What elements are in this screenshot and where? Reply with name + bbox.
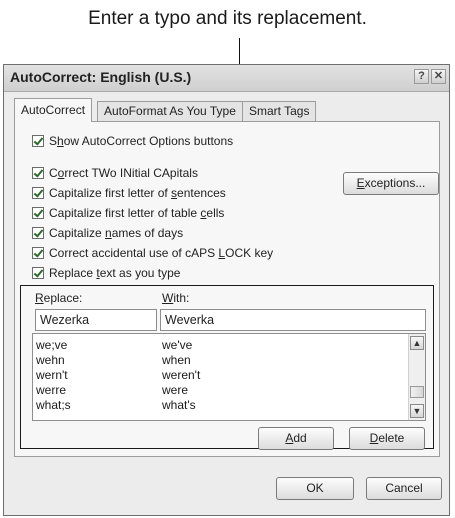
tab-autoformat-as-you-type[interactable]: AutoFormat As You Type — [97, 101, 243, 121]
ok-button[interactable]: OK — [276, 477, 354, 500]
replace-input[interactable]: Wezerka — [35, 309, 157, 331]
close-icon[interactable]: ✕ — [431, 69, 446, 84]
exceptions-button[interactable]: Exceptions... — [343, 172, 439, 195]
delete-button[interactable]: Delete — [349, 427, 425, 450]
capitalize-sentences-checkbox[interactable]: Capitalize first letter of sentences — [32, 185, 226, 203]
cancel-button[interactable]: Cancel — [366, 477, 442, 500]
checkbox-checked-icon[interactable] — [32, 247, 44, 259]
replace-text-checkbox[interactable]: Replace text as you type — [32, 265, 180, 283]
list-item[interactable]: what;s what's — [33, 398, 403, 412]
help-icon[interactable]: ? — [414, 69, 429, 84]
list-item[interactable]: wehn when — [33, 353, 403, 367]
scroll-down-icon[interactable]: ▼ — [410, 404, 424, 418]
title-bar: AutoCorrect: English (U.S.) ? ✕ — [4, 65, 449, 92]
capitalize-table-cells-checkbox[interactable]: Capitalize first letter of table cells — [32, 205, 224, 223]
callout-text: Enter a typo and its replacement. — [88, 8, 367, 29]
list-scrollbar[interactable]: ▲ ▼ — [408, 334, 425, 420]
checkbox-checked-icon[interactable] — [32, 227, 44, 239]
list-item[interactable]: we;ve we've — [33, 338, 403, 352]
list-item[interactable]: wern't weren't — [33, 368, 403, 382]
caps-lock-checkbox[interactable]: Correct accidental use of cAPS LOCK key — [32, 245, 273, 263]
autocorrect-dialog: AutoCorrect: English (U.S.) ? ✕ AutoCorr… — [3, 64, 450, 516]
tab-autocorrect[interactable]: AutoCorrect — [14, 98, 93, 122]
checkbox-checked-icon[interactable] — [32, 135, 44, 147]
checkbox-checked-icon[interactable] — [32, 167, 44, 179]
add-button[interactable]: Add — [258, 427, 334, 450]
window-title: AutoCorrect: English (U.S.) — [10, 69, 192, 85]
capitalize-days-checkbox[interactable]: Capitalize names of days — [32, 225, 183, 243]
scroll-up-icon[interactable]: ▲ — [410, 336, 424, 350]
replace-label: Replace: — [35, 291, 83, 305]
with-input[interactable]: Weverka — [160, 309, 426, 331]
autocorrect-entries-list[interactable]: we;ve we've wehn when wern't weren't werre w… — [32, 333, 426, 421]
checkbox-checked-icon[interactable] — [32, 187, 44, 199]
checkbox-checked-icon[interactable] — [32, 207, 44, 219]
with-label: With: — [162, 291, 190, 305]
correct-two-initial-capitals-checkbox[interactable]: Correct TWo INitial CApitals — [32, 165, 198, 183]
tab-smart-tags[interactable]: Smart Tags — [242, 101, 317, 121]
checkbox-checked-icon[interactable] — [32, 267, 44, 279]
list-item[interactable]: werre were — [33, 383, 403, 397]
scroll-thumb[interactable] — [410, 386, 424, 398]
show-autocorrect-options-checkbox[interactable]: Show AutoCorrect Options buttons — [32, 133, 233, 151]
